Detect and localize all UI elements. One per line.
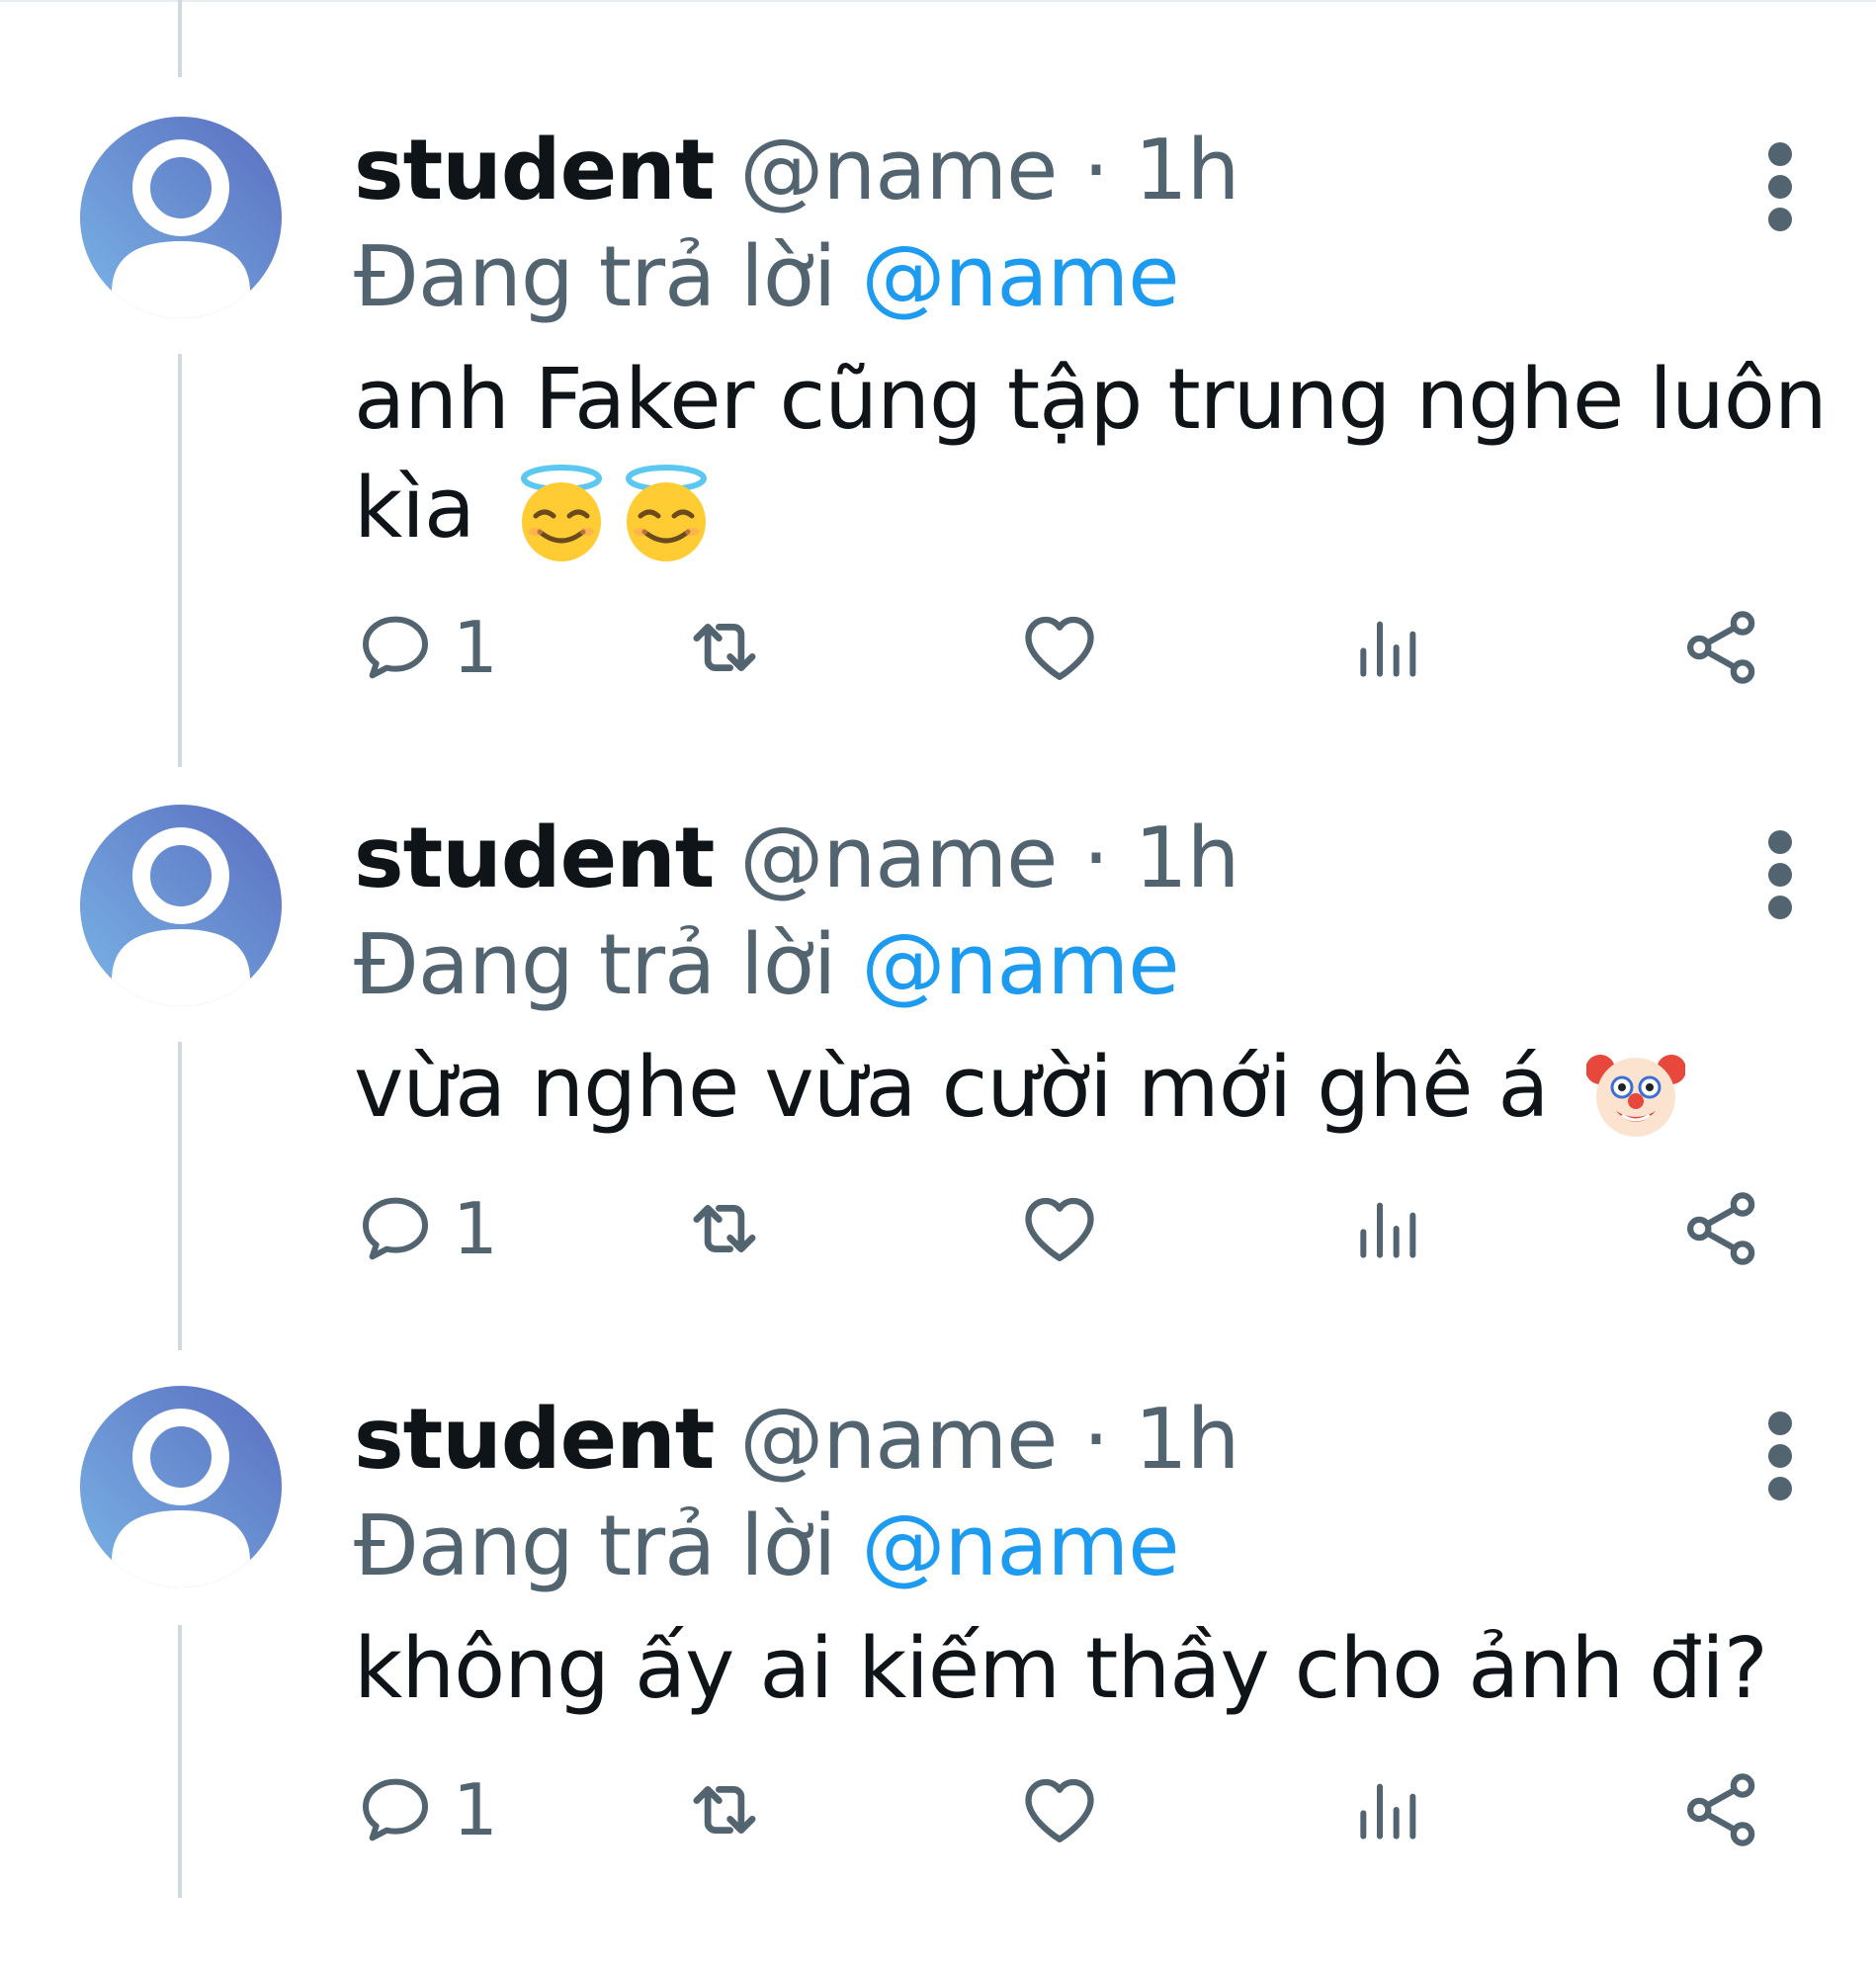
top-divider	[0, 0, 1876, 2]
like-icon	[1018, 1768, 1101, 1851]
replying-to-label: Đang trả lời	[354, 916, 836, 1014]
share-button[interactable]	[1680, 603, 1763, 692]
retweet-icon	[680, 1184, 769, 1273]
views-icon	[1350, 1189, 1429, 1268]
reply-button[interactable]: 1	[356, 1184, 498, 1273]
reply-count: 1	[453, 1768, 498, 1851]
tweet-text-content: vừa nghe vừa cười mới ghê á	[354, 1039, 1549, 1137]
replying-to-mention[interactable]: @name	[861, 1498, 1179, 1595]
tweet-actions: 1	[0, 603, 1876, 692]
replying-to-mention[interactable]: @name	[861, 228, 1179, 326]
views-button[interactable]	[1350, 1765, 1429, 1854]
like-button[interactable]	[1018, 603, 1101, 692]
smiling-face-with-halo-emoji	[512, 465, 611, 563]
views-button[interactable]	[1350, 1184, 1429, 1273]
share-button[interactable]	[1680, 1184, 1763, 1273]
replying-to-mention[interactable]: @name	[861, 916, 1179, 1014]
replying-to-label: Đang trả lời	[354, 228, 836, 326]
tweet[interactable]: student @name · 1h Đang trả lời @name vừ…	[0, 805, 1876, 1388]
author-handle[interactable]: @name	[739, 810, 1058, 907]
more-options-icon[interactable]	[1755, 142, 1805, 231]
author-handle[interactable]: @name	[739, 122, 1058, 219]
tweet-header: student @name · 1h	[354, 805, 1240, 913]
tweet-header: student @name · 1h	[354, 117, 1240, 225]
views-icon	[1350, 608, 1429, 687]
separator-dot: ·	[1082, 810, 1110, 907]
share-icon	[1680, 1768, 1763, 1851]
retweet-button[interactable]	[680, 1765, 769, 1854]
tweet-text: vừa nghe vừa cười mới ghê á	[354, 1034, 1827, 1143]
retweet-icon	[680, 603, 769, 692]
views-button[interactable]	[1350, 603, 1429, 692]
retweet-icon	[680, 1765, 769, 1854]
tweet-text: anh Faker cũng tập trung nghe luôn kìa	[354, 346, 1828, 563]
retweet-button[interactable]	[680, 603, 769, 692]
timestamp[interactable]: 1h	[1135, 810, 1240, 907]
tweet-actions: 1	[0, 1184, 1876, 1273]
avatar[interactable]	[80, 805, 282, 1006]
smiling-face-with-halo-emoji	[617, 465, 716, 563]
tweet-actions: 1	[0, 1765, 1876, 1854]
reply-icon	[356, 608, 435, 687]
separator-dot: ·	[1082, 1391, 1110, 1489]
tweet[interactable]: student @name · 1h Đang trả lời @name kh…	[0, 1386, 1876, 1969]
thread-line	[178, 0, 182, 77]
like-button[interactable]	[1018, 1184, 1101, 1273]
default-user-icon	[80, 117, 282, 318]
timestamp[interactable]: 1h	[1135, 1391, 1240, 1489]
share-button[interactable]	[1680, 1765, 1763, 1854]
like-button[interactable]	[1018, 1765, 1101, 1854]
share-icon	[1680, 606, 1763, 689]
clown-face-emoji	[1586, 1044, 1685, 1143]
avatar[interactable]	[80, 117, 282, 318]
avatar[interactable]	[80, 1386, 282, 1587]
more-options-icon[interactable]	[1755, 830, 1805, 919]
author-name[interactable]: student	[354, 122, 715, 219]
default-user-icon	[80, 1386, 282, 1587]
author-name[interactable]: student	[354, 1391, 715, 1489]
replying-to-label: Đang trả lời	[354, 1498, 836, 1595]
timestamp[interactable]: 1h	[1135, 122, 1240, 219]
views-icon	[1350, 1770, 1429, 1849]
tweet[interactable]: student @name · 1h Đang trả lời @name an…	[0, 117, 1876, 700]
tweet-text-content: không ấy ai kiếm thầy cho ảnh đi?	[354, 1620, 1768, 1718]
reply-button[interactable]: 1	[356, 1765, 498, 1854]
reply-icon	[356, 1189, 435, 1268]
reply-icon	[356, 1770, 435, 1849]
retweet-button[interactable]	[680, 1184, 769, 1273]
author-name[interactable]: student	[354, 810, 715, 907]
like-icon	[1018, 606, 1101, 689]
replying-to: Đang trả lời @name	[354, 1493, 1180, 1601]
reply-count: 1	[453, 1187, 498, 1270]
tweet-header: student @name · 1h	[354, 1386, 1240, 1495]
reply-button[interactable]: 1	[356, 603, 498, 692]
reply-count: 1	[453, 606, 498, 689]
separator-dot: ·	[1082, 122, 1110, 219]
author-handle[interactable]: @name	[739, 1391, 1058, 1489]
replying-to: Đang trả lời @name	[354, 911, 1180, 1020]
share-icon	[1680, 1187, 1763, 1270]
like-icon	[1018, 1187, 1101, 1270]
tweet-text: không ấy ai kiếm thầy cho ảnh đi?	[354, 1615, 1827, 1724]
more-options-icon[interactable]	[1755, 1412, 1805, 1500]
default-user-icon	[80, 805, 282, 1006]
replying-to: Đang trả lời @name	[354, 223, 1180, 332]
